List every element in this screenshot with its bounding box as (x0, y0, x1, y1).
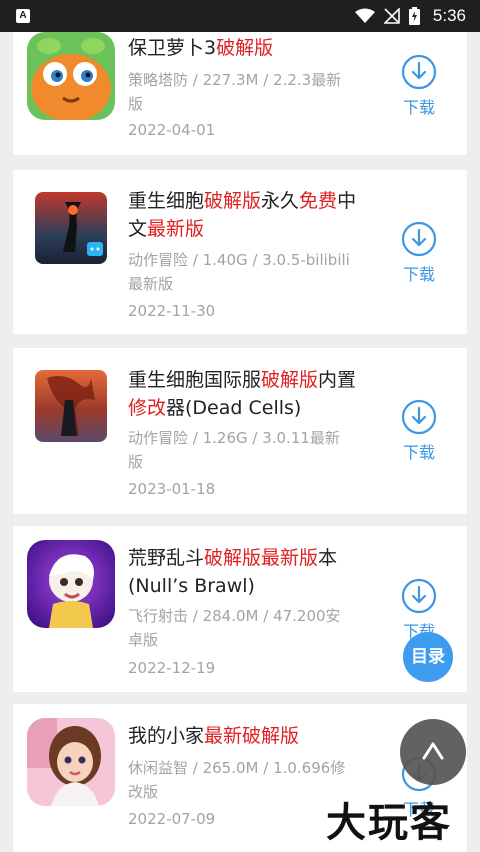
title-text: 保卫萝卜3 (128, 37, 217, 59)
download-label: 下载 (402, 443, 435, 462)
game-card[interactable]: 保卫萝卜3破解版 策略塔防 / 227.3M / 2.2.3最新版 2022-0… (13, 32, 467, 155)
carrot-game-icon[interactable] (27, 32, 115, 120)
app-notification-icon: A (16, 9, 30, 23)
download-button[interactable]: 下载 (401, 54, 437, 118)
site-watermark: 大玩客 (326, 799, 452, 846)
title-text: 重生细胞国际服 (128, 369, 262, 391)
title-text: 永久 (261, 190, 300, 212)
dead-cells-icon[interactable] (35, 370, 107, 442)
brawl-stars-icon[interactable] (27, 540, 115, 628)
game-title[interactable]: 保卫萝卜3破解版 (128, 34, 368, 62)
download-button[interactable]: 下载 (401, 221, 437, 285)
game-date: 2022-11-30 (128, 302, 216, 320)
game-meta: 动作冒险 / 1.26G / 3.0.11最新版 (128, 429, 340, 471)
title-text: 我的小家 (128, 725, 205, 747)
title-highlight: 修改 (128, 397, 167, 419)
game-date: 2022-04-01 (128, 121, 216, 139)
game-card[interactable]: 荒野乱斗破解版最新版本(Null’s Brawl) 飞行射击 / 284.0M … (13, 526, 467, 692)
download-icon (401, 399, 437, 435)
download-icon (401, 221, 437, 257)
game-date: 2023-01-18 (128, 480, 216, 498)
game-date: 2022-12-19 (128, 659, 216, 677)
download-button[interactable]: 下载 (401, 399, 437, 463)
game-meta: 飞行射击 / 284.0M / 47.200安卓版 (128, 607, 341, 649)
title-text: 重生细胞 (128, 190, 205, 212)
status-bar: A 5:36 (0, 0, 480, 32)
battery-charging-icon (408, 7, 420, 25)
game-meta: 休闲益智 / 265.0M / 1.0.696修改版 (128, 759, 346, 801)
title-text: 器(Dead Cells) (166, 397, 302, 419)
game-meta: 策略塔防 / 227.3M / 2.2.3最新版 (128, 71, 342, 113)
title-highlight: 最新破解版 (204, 725, 300, 747)
title-highlight: 免费 (299, 190, 338, 212)
my-home-girl-icon[interactable] (27, 718, 115, 806)
wifi-icon (354, 8, 375, 23)
game-title[interactable]: 我的小家最新破解版 (128, 722, 368, 750)
download-label: 下载 (402, 265, 435, 284)
game-title[interactable]: 荒野乱斗破解版最新版本(Null’s Brawl) (128, 544, 368, 600)
title-highlight: 破解版 (204, 190, 262, 212)
title-highlight: 破解版最新版 (204, 547, 319, 569)
game-card[interactable]: 重生细胞破解版永久免费中文最新版 动作冒险 / 1.40G / 3.0.5-bi… (13, 170, 467, 334)
title-text: 内置 (318, 369, 357, 391)
game-title[interactable]: 重生细胞破解版永久免费中文最新版 (128, 187, 368, 243)
download-icon (401, 578, 437, 614)
dead-cells-bilibili-icon[interactable] (35, 192, 107, 264)
clock: 5:36 (432, 6, 466, 25)
title-text: 荒野乱斗 (128, 547, 205, 569)
arrow-up-icon (422, 742, 444, 760)
game-date: 2022-07-09 (128, 810, 216, 828)
no-signal-icon (383, 8, 400, 24)
title-highlight: 最新版 (147, 218, 205, 240)
download-label: 下载 (402, 98, 435, 117)
back-to-top-button[interactable] (400, 719, 466, 785)
title-highlight: 破解版 (216, 37, 274, 59)
title-highlight: 破解版 (261, 369, 319, 391)
game-meta: 动作冒险 / 1.40G / 3.0.5-bilibili最新版 (128, 251, 350, 293)
game-title[interactable]: 重生细胞国际服破解版内置修改器(Dead Cells) (128, 366, 368, 422)
download-icon (401, 54, 437, 90)
table-of-contents-button[interactable]: 目录 (403, 632, 453, 682)
game-card[interactable]: 重生细胞国际服破解版内置修改器(Dead Cells) 动作冒险 / 1.26G… (13, 348, 467, 514)
